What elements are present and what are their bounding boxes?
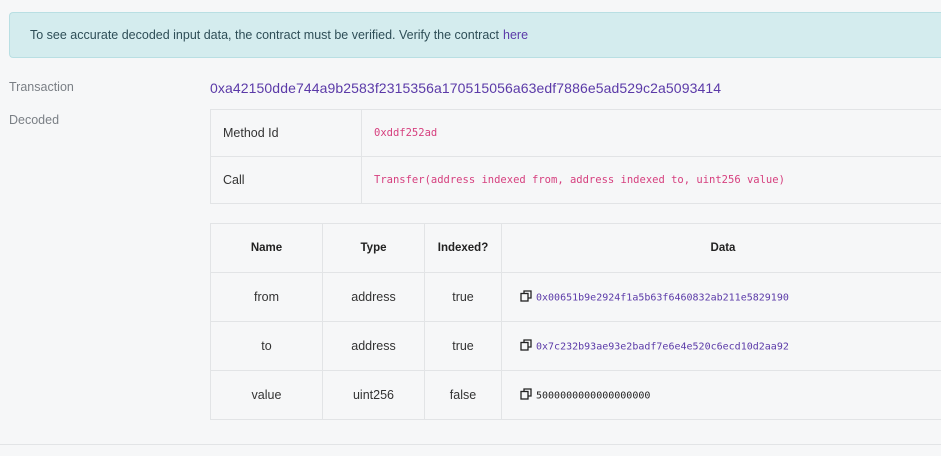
- method-id-label: Method Id: [210, 109, 362, 157]
- param-name: value: [210, 370, 323, 420]
- copy-icon[interactable]: [520, 387, 532, 403]
- copy-icon[interactable]: [520, 338, 532, 354]
- method-id-row: Method Id 0xddf252ad: [210, 109, 941, 157]
- param-indexed: true: [424, 272, 502, 322]
- method-id-value: 0xddf252ad: [361, 109, 941, 157]
- param-indexed: false: [424, 370, 502, 420]
- header-data: Data: [501, 223, 941, 273]
- verify-contract-alert: To see accurate decoded input data, the …: [9, 12, 941, 58]
- param-data: 0x00651b9e2924f1a5b63f6460832ab211e58291…: [501, 272, 941, 322]
- transaction-label: Transaction: [9, 80, 74, 94]
- copy-icon[interactable]: [520, 289, 532, 305]
- param-type: address: [322, 321, 425, 371]
- divider: [0, 444, 941, 445]
- header-type: Type: [322, 223, 425, 273]
- alert-text: To see accurate decoded input data, the …: [30, 28, 500, 42]
- call-label: Call: [210, 156, 362, 204]
- value-data: 5000000000000000000: [536, 390, 651, 401]
- call-row: Call Transfer(address indexed from, addr…: [210, 156, 941, 204]
- verify-contract-link[interactable]: here: [503, 28, 528, 42]
- param-type: address: [322, 272, 425, 322]
- header-name: Name: [210, 223, 323, 273]
- to-address-link[interactable]: 0x7c232b93ae93e2badf7e6e4e520c6ecd10d2aa…: [536, 341, 789, 352]
- param-type: uint256: [322, 370, 425, 420]
- param-indexed: true: [424, 321, 502, 371]
- decoded-label: Decoded: [9, 113, 60, 127]
- method-table: Method Id 0xddf252ad Call Transfer(addre…: [210, 109, 941, 204]
- table-row: from address true 0x00651b9e2924f1a5b63f…: [210, 272, 941, 322]
- header-indexed: Indexed?: [424, 223, 502, 273]
- table-row: to address true 0x7c232b93ae93e2badf7e6e…: [210, 321, 941, 371]
- param-data: 5000000000000000000: [501, 370, 941, 420]
- param-name: from: [210, 272, 323, 322]
- param-name: to: [210, 321, 323, 371]
- params-header-row: Name Type Indexed? Data: [210, 223, 941, 273]
- param-data: 0x7c232b93ae93e2badf7e6e4e520c6ecd10d2aa…: [501, 321, 941, 371]
- transaction-hash-link[interactable]: 0xa42150dde744a9b2583f2315356a170515056a…: [210, 80, 721, 96]
- table-row: value uint256 false 5000000000000000000: [210, 370, 941, 420]
- decoded-params-table: Name Type Indexed? Data from address tru…: [210, 223, 941, 420]
- call-value: Transfer(address indexed from, address i…: [361, 156, 941, 204]
- from-address-link[interactable]: 0x00651b9e2924f1a5b63f6460832ab211e58291…: [536, 292, 789, 303]
